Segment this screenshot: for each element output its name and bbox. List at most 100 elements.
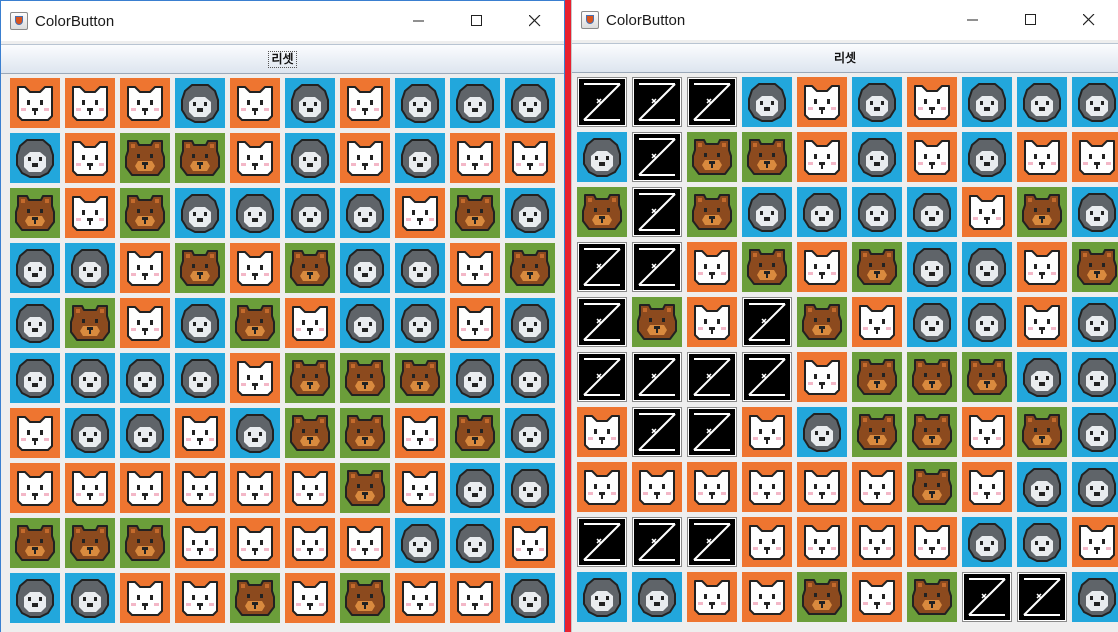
tile-button-penguin[interactable] (10, 243, 60, 293)
tile-button-penguin[interactable] (907, 242, 957, 292)
tile-button-penguin[interactable] (962, 242, 1012, 292)
tile-button-cat[interactable] (120, 243, 170, 293)
tile-button-penguin[interactable] (1072, 407, 1118, 457)
tile-button-bear[interactable] (962, 352, 1012, 402)
tile-button-bear[interactable] (450, 408, 500, 458)
tile-button-cat[interactable] (687, 242, 737, 292)
tile-button-cat[interactable] (65, 188, 115, 238)
reset-button[interactable]: 리셋 (572, 43, 1118, 73)
tile-button-bear[interactable] (505, 243, 555, 293)
tile-button-bear[interactable] (230, 298, 280, 348)
tile-button-cat[interactable] (65, 133, 115, 183)
tile-button-penguin[interactable] (505, 408, 555, 458)
tile-button-penguin[interactable] (175, 78, 225, 128)
tile-button-cat[interactable] (1072, 517, 1118, 567)
tile-button-penguin[interactable] (10, 573, 60, 623)
tile-button-cat[interactable] (120, 78, 170, 128)
tile-button-cat[interactable] (230, 463, 280, 513)
title-bar[interactable]: ColorButton (1, 1, 564, 41)
tile-button-cat[interactable] (962, 187, 1012, 237)
tile-button-bear[interactable] (10, 188, 60, 238)
tile-button-bear[interactable] (797, 572, 847, 622)
tile-button-bear[interactable] (395, 353, 445, 403)
tile-button-penguin[interactable] (962, 132, 1012, 182)
tile-button-bear[interactable] (340, 353, 390, 403)
tile-button-blank[interactable] (742, 297, 792, 347)
tile-button-blank[interactable] (577, 242, 627, 292)
tile-button-penguin[interactable] (577, 132, 627, 182)
tile-button-blank[interactable] (687, 407, 737, 457)
tile-button-penguin[interactable] (1017, 352, 1067, 402)
tile-button-penguin[interactable] (505, 78, 555, 128)
tile-button-penguin[interactable] (797, 407, 847, 457)
reset-button[interactable]: 리셋 (1, 44, 564, 74)
tile-button-bear[interactable] (852, 407, 902, 457)
tile-button-cat[interactable] (395, 463, 445, 513)
tile-button-bear[interactable] (1072, 242, 1118, 292)
tile-button-penguin[interactable] (340, 243, 390, 293)
tile-button-penguin[interactable] (285, 133, 335, 183)
tile-button-penguin[interactable] (1017, 517, 1067, 567)
tile-button-penguin[interactable] (907, 297, 957, 347)
tile-button-bear[interactable] (852, 242, 902, 292)
tile-button-penguin[interactable] (962, 297, 1012, 347)
tile-button-cat[interactable] (120, 463, 170, 513)
tile-button-penguin[interactable] (1072, 462, 1118, 512)
tile-button-bear[interactable] (120, 518, 170, 568)
tile-button-blank[interactable] (577, 517, 627, 567)
tile-button-cat[interactable] (797, 77, 847, 127)
tile-button-penguin[interactable] (65, 353, 115, 403)
tile-button-penguin[interactable] (505, 463, 555, 513)
tile-button-cat[interactable] (907, 77, 957, 127)
tile-button-cat[interactable] (450, 298, 500, 348)
tile-button-bear[interactable] (230, 573, 280, 623)
tile-button-cat[interactable] (395, 408, 445, 458)
tile-button-cat[interactable] (797, 462, 847, 512)
tile-button-bear[interactable] (10, 518, 60, 568)
tile-button-cat[interactable] (852, 517, 902, 567)
tile-button-penguin[interactable] (632, 572, 682, 622)
tile-button-penguin[interactable] (230, 188, 280, 238)
tile-button-bear[interactable] (907, 352, 957, 402)
tile-button-penguin[interactable] (340, 188, 390, 238)
tile-button-cat[interactable] (742, 407, 792, 457)
tile-button-cat[interactable] (175, 463, 225, 513)
maximize-button[interactable] (448, 1, 506, 41)
tile-button-bear[interactable] (175, 133, 225, 183)
close-button[interactable] (1060, 0, 1118, 40)
tile-button-bear[interactable] (285, 353, 335, 403)
tile-button-blank[interactable] (632, 77, 682, 127)
tile-button-penguin[interactable] (962, 517, 1012, 567)
tile-button-penguin[interactable] (65, 243, 115, 293)
tile-button-bear[interactable] (687, 187, 737, 237)
tile-button-cat[interactable] (10, 463, 60, 513)
tile-button-bear[interactable] (120, 188, 170, 238)
tile-button-penguin[interactable] (1072, 352, 1118, 402)
title-bar[interactable]: ColorButton (572, 0, 1118, 40)
tile-button-penguin[interactable] (450, 463, 500, 513)
tile-button-bear[interactable] (1017, 187, 1067, 237)
tile-button-cat[interactable] (577, 462, 627, 512)
tile-button-cat[interactable] (852, 297, 902, 347)
tile-button-cat[interactable] (230, 243, 280, 293)
tile-button-penguin[interactable] (175, 298, 225, 348)
tile-button-bear[interactable] (852, 352, 902, 402)
tile-button-bear[interactable] (1017, 407, 1067, 457)
tile-button-penguin[interactable] (120, 353, 170, 403)
tile-button-cat[interactable] (687, 572, 737, 622)
tile-button-blank[interactable] (632, 352, 682, 402)
tile-button-penguin[interactable] (577, 572, 627, 622)
tile-button-cat[interactable] (742, 572, 792, 622)
tile-button-cat[interactable] (120, 298, 170, 348)
minimize-button[interactable] (390, 1, 448, 41)
tile-button-penguin[interactable] (1017, 77, 1067, 127)
tile-button-cat[interactable] (852, 462, 902, 512)
tile-button-cat[interactable] (395, 188, 445, 238)
tile-button-cat[interactable] (505, 133, 555, 183)
tile-button-penguin[interactable] (65, 408, 115, 458)
tile-button-blank[interactable] (632, 407, 682, 457)
tile-button-penguin[interactable] (230, 408, 280, 458)
tile-button-cat[interactable] (10, 408, 60, 458)
tile-button-cat[interactable] (505, 518, 555, 568)
tile-button-penguin[interactable] (1017, 462, 1067, 512)
